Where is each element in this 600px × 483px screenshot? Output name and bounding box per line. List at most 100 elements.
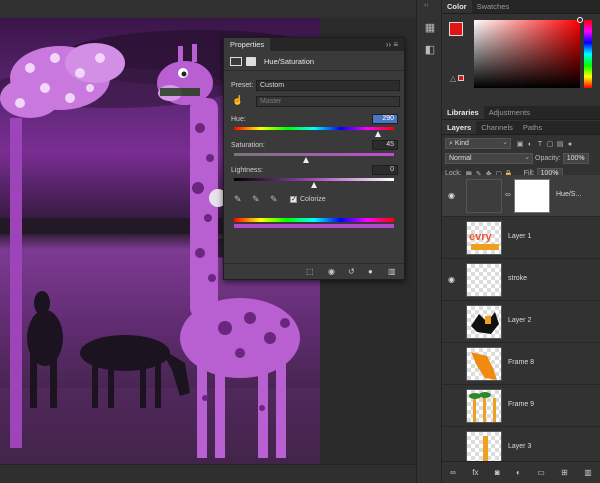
gamut-warning: △ xyxy=(450,74,470,84)
lightness-slider-knob[interactable] xyxy=(311,182,317,188)
layer-1-art: evry xyxy=(469,231,499,250)
tab-paths[interactable]: Paths xyxy=(518,121,547,134)
layer-row[interactable]: Layer 2 xyxy=(442,301,600,343)
adjustment-title: Hue/Saturation xyxy=(264,57,315,66)
saturation-slider-track[interactable] xyxy=(234,153,394,156)
layer-name[interactable]: Layer 3 xyxy=(508,443,531,450)
layer-name[interactable]: Frame 9 xyxy=(508,401,534,408)
preset-dropdown[interactable]: Custom xyxy=(256,80,400,91)
layer-row[interactable]: Frame 9 xyxy=(442,385,600,427)
collapse-icon[interactable]: ‹‹ xyxy=(424,2,429,9)
fx-icon[interactable]: fx xyxy=(472,468,478,477)
layer-row[interactable]: Frame 8 xyxy=(442,343,600,385)
layer-thumbnail xyxy=(466,389,502,423)
link-layers-icon[interactable]: ∞ xyxy=(450,468,456,477)
layers-footer: ∞ fx ◙ ◐ ▭ ⊞ ▥ xyxy=(442,461,600,483)
visibility-icon[interactable]: ● xyxy=(368,267,373,276)
hue-slider-track[interactable] xyxy=(234,127,394,130)
layer-thumbnail: evry xyxy=(466,221,502,255)
saturation-label: Saturation: xyxy=(231,142,265,149)
kind-filter-label: Kind xyxy=(454,140,469,147)
opacity-label: Opacity: xyxy=(535,155,561,162)
history-icon[interactable]: ▦ xyxy=(423,22,437,34)
adjustment-layer-icon xyxy=(501,191,502,203)
layers-tab-bar: Layers Channels Paths xyxy=(442,121,600,135)
tab-adjustments[interactable]: Adjustments xyxy=(484,106,535,119)
layer-thumbnail xyxy=(466,347,502,381)
adjust-icon[interactable]: ◧ xyxy=(423,44,437,56)
properties-panel: Properties ›› ≡ Hue/Saturation Preset: C… xyxy=(223,37,405,280)
kind-filter-dropdown[interactable]: ⌕ Kind xyxy=(445,138,511,149)
layer-name[interactable]: Layer 2 xyxy=(508,317,531,324)
layer-thumbnail xyxy=(466,179,502,213)
saturation-slider-knob[interactable] xyxy=(303,157,309,163)
panel-menu-icon[interactable]: ›› ≡ xyxy=(386,38,398,51)
layer-row[interactable]: Layer 3 xyxy=(442,427,600,461)
mask-icon[interactable] xyxy=(246,57,256,66)
adjustment-header: Hue/Saturation xyxy=(224,51,404,71)
colorize-label: Colorize xyxy=(300,196,326,203)
hue-input[interactable]: 290 xyxy=(372,114,398,124)
frame-8-art xyxy=(471,352,497,380)
layer-thumbnail xyxy=(466,263,502,297)
eye-icon[interactable]: ◉ xyxy=(448,275,458,284)
layer-name[interactable]: Layer 1 xyxy=(508,233,531,240)
tab-properties[interactable]: Properties xyxy=(224,38,271,51)
adjustment-filter-icon[interactable]: ◐ xyxy=(525,141,535,148)
shape-filter-icon[interactable]: ▢ xyxy=(545,140,555,148)
properties-footer: ⬚ ◉ ↺ ● ▥ xyxy=(224,263,404,279)
output-color-bar xyxy=(234,224,394,228)
photoshop-window: Properties ›› ≡ Hue/Saturation Preset: C… xyxy=(0,0,600,483)
eyedropper-plus-icon[interactable]: ✎ xyxy=(252,194,260,205)
lightness-input[interactable]: 0 xyxy=(372,165,398,175)
layer-row[interactable]: ◉ stroke xyxy=(442,259,600,301)
lightness-slider-track[interactable] xyxy=(234,178,394,181)
layer-name[interactable]: stroke xyxy=(508,275,527,282)
tab-layers[interactable]: Layers xyxy=(442,121,477,134)
eye-icon[interactable]: ◉ xyxy=(448,191,458,200)
foreground-color-swatch[interactable] xyxy=(449,22,463,36)
delete-icon[interactable]: ▥ xyxy=(388,267,396,276)
adjustment-icon xyxy=(230,57,242,66)
clip-to-layer-icon[interactable]: ⬚ xyxy=(306,267,314,276)
layer-row[interactable]: ◉ ∞ Hue/S... xyxy=(442,175,600,217)
tab-channels[interactable]: Channels xyxy=(476,121,518,134)
add-mask-icon[interactable]: ◙ xyxy=(495,468,500,477)
new-adjustment-icon[interactable]: ◐ xyxy=(516,468,521,477)
color-picker-field[interactable] xyxy=(474,17,583,88)
saturation-input[interactable]: 45 xyxy=(372,140,398,150)
link-icon[interactable]: ∞ xyxy=(505,190,511,199)
preset-label: Preset: xyxy=(231,82,254,89)
new-group-icon[interactable]: ▭ xyxy=(537,468,545,477)
svg-text:evry: evry xyxy=(469,231,493,243)
layer-mask-thumbnail[interactable] xyxy=(514,179,550,213)
smart-filter-icon[interactable]: ▤ xyxy=(555,140,565,148)
hue-strip[interactable] xyxy=(584,20,592,88)
hand-target-icon[interactable]: ☝ xyxy=(232,95,243,106)
blend-mode-dropdown[interactable]: Normal xyxy=(445,153,533,164)
tab-swatches[interactable]: Swatches xyxy=(472,0,515,13)
picker-cursor[interactable] xyxy=(577,17,583,23)
color-panel: △ xyxy=(442,14,600,94)
layer-row[interactable]: evry Layer 1 xyxy=(442,217,600,259)
tab-libraries[interactable]: Libraries xyxy=(442,106,484,119)
colorize-checkbox[interactable]: ✓ xyxy=(290,196,297,203)
channel-dropdown[interactable]: Master xyxy=(256,96,400,107)
view-previous-icon[interactable]: ◉ xyxy=(328,267,335,276)
lightness-label: Lightness: xyxy=(231,167,263,174)
color-tab-bar: Color Swatches xyxy=(442,0,600,14)
filter-toggle-icon[interactable]: ● xyxy=(565,141,575,148)
reset-icon[interactable]: ↺ xyxy=(348,267,355,276)
eyedropper-icon[interactable]: ✎ xyxy=(234,194,242,205)
layer-name[interactable]: Hue/S... xyxy=(556,191,581,198)
hue-slider-knob[interactable] xyxy=(375,131,382,137)
layer-name[interactable]: Frame 8 xyxy=(508,359,534,366)
tab-color[interactable]: Color xyxy=(442,0,472,13)
gamut-swatch[interactable] xyxy=(458,75,465,81)
new-layer-icon[interactable]: ⊞ xyxy=(561,468,568,477)
type-filter-icon[interactable]: T xyxy=(535,141,545,148)
pixel-filter-icon[interactable]: ▣ xyxy=(515,140,525,148)
trash-icon[interactable]: ▥ xyxy=(584,468,592,477)
eyedropper-minus-icon[interactable]: ✎ xyxy=(270,194,278,205)
opacity-input[interactable]: 100% xyxy=(562,153,589,164)
